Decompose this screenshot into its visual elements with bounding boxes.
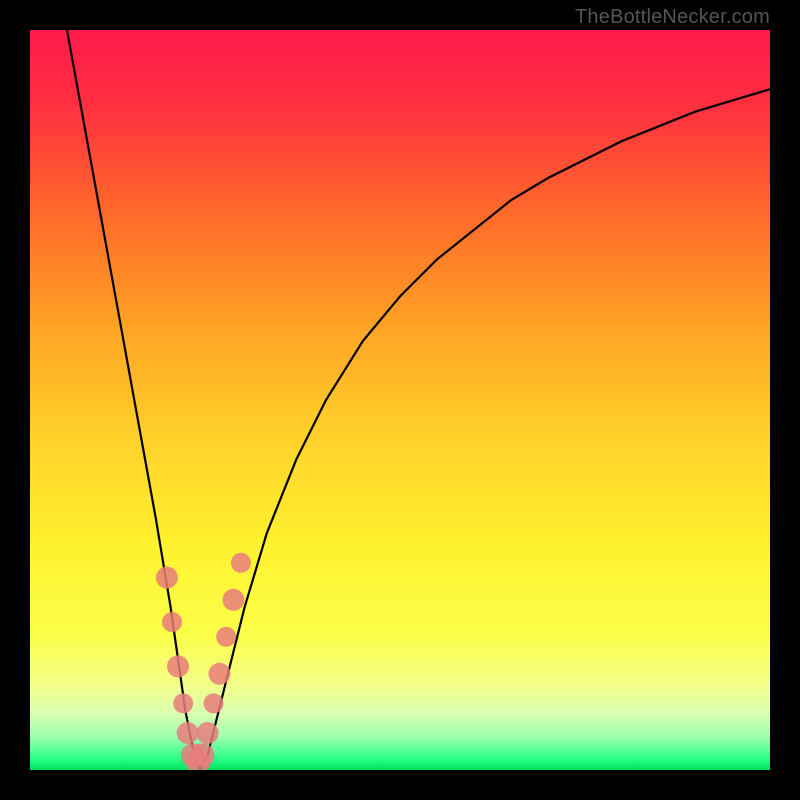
chart-frame: TheBottleNecker.com xyxy=(0,0,800,800)
data-marker xyxy=(197,722,219,744)
data-marker xyxy=(173,693,193,713)
data-marker xyxy=(162,612,182,632)
chart-svg xyxy=(30,30,770,770)
attribution-label: TheBottleNecker.com xyxy=(575,6,770,29)
data-marker xyxy=(204,693,224,713)
gradient-background xyxy=(30,30,770,770)
data-marker xyxy=(208,663,230,685)
data-marker xyxy=(156,567,178,589)
data-marker xyxy=(231,553,251,573)
data-marker xyxy=(167,655,189,677)
data-marker xyxy=(190,743,214,767)
data-marker xyxy=(216,627,236,647)
plot-area xyxy=(30,30,770,770)
data-marker xyxy=(223,589,245,611)
data-marker xyxy=(177,722,199,744)
